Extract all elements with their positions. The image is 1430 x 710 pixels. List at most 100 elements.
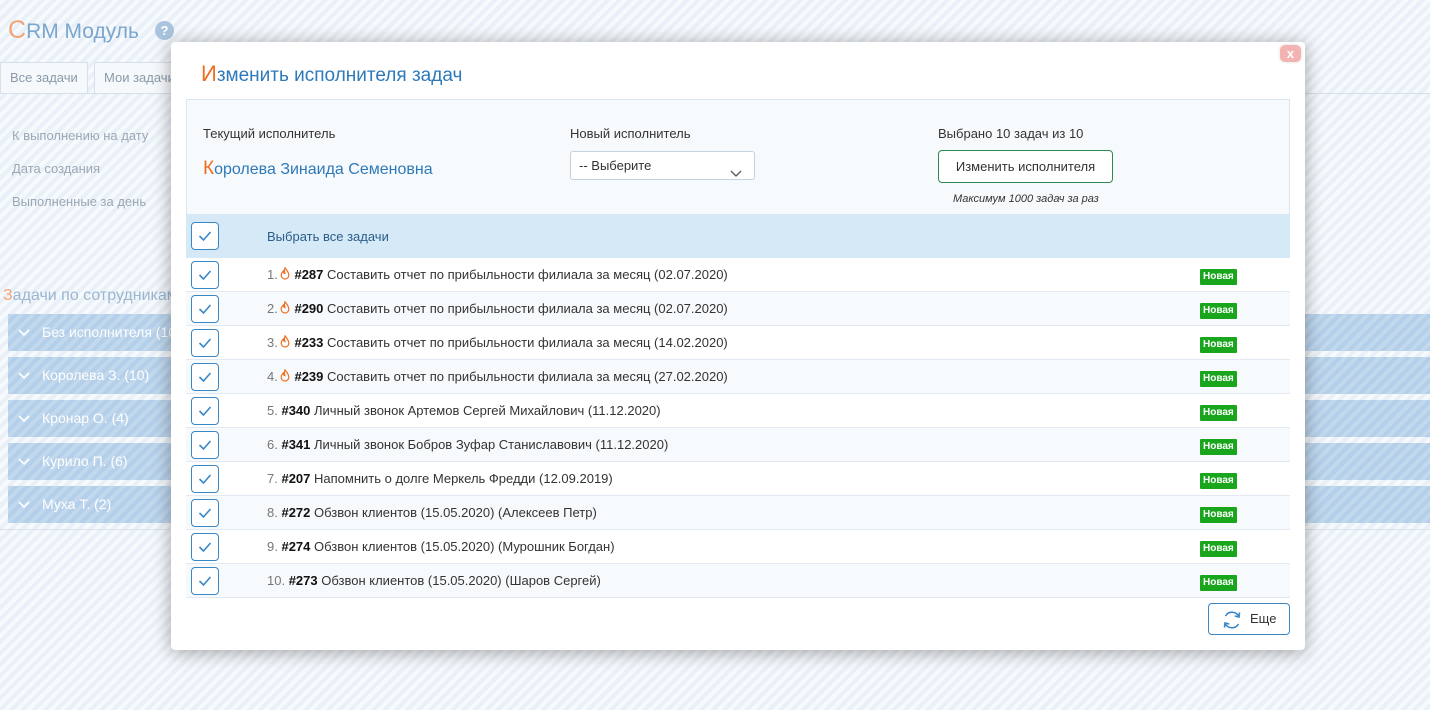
section-title-rest: адачи по сотрудникам <box>12 287 178 304</box>
modal-title-first-letter: И <box>201 61 217 86</box>
check-icon <box>198 231 212 242</box>
task-text: Составить отчет по прибыльности филиала … <box>327 301 728 316</box>
new-assignee-label: Новый исполнитель <box>570 126 691 141</box>
task-title[interactable]: 8. #272 Обзвон клиентов (15.05.2020) (Ал… <box>267 505 597 520</box>
tab-my-tasks[interactable]: Мои задачи <box>94 62 174 94</box>
task-row: 1. #287 Составить отчет по прибыльности … <box>186 258 1290 292</box>
task-row: 3. #233 Составить отчет по прибыльности … <box>186 326 1290 360</box>
task-id: #274 <box>281 539 311 554</box>
tab-all-tasks[interactable]: Все задачи <box>0 62 88 94</box>
help-icon[interactable]: ? <box>155 21 174 40</box>
task-number: 9. <box>267 539 278 554</box>
task-text: Обзвон клиентов (15.05.2020) (Шаров Серг… <box>321 573 601 588</box>
task-title[interactable]: 6. #341 Личный звонок Бобров Зуфар Стани… <box>267 437 668 452</box>
task-title[interactable]: 9. #274 Обзвон клиентов (15.05.2020) (Му… <box>267 539 615 554</box>
close-icon[interactable]: x <box>1280 45 1301 62</box>
task-number: 3. <box>267 335 278 350</box>
task-id: #233 <box>294 335 324 350</box>
status-badge: Новая <box>1200 439 1237 455</box>
new-assignee-select[interactable]: -- Выберите <box>570 151 755 180</box>
task-title[interactable]: 10. #273 Обзвон клиентов (15.05.2020) (Ш… <box>267 573 601 588</box>
fire-icon <box>280 266 290 283</box>
task-title[interactable]: 1. #287 Составить отчет по прибыльности … <box>267 266 728 283</box>
app-title-rest: RM Модуль <box>26 20 139 43</box>
assignee-panel: Текущий исполнитель Королева Зинаида Сем… <box>186 99 1290 214</box>
filter-created-date[interactable]: Дата создания <box>12 161 100 176</box>
status-badge: Новая <box>1200 473 1237 489</box>
group-label: Муха Т. (2) <box>42 496 112 512</box>
task-row: 4. #239 Составить отчет по прибыльности … <box>186 360 1290 394</box>
task-title[interactable]: 5. #340 Личный звонок Артемов Сергей Мих… <box>267 403 661 418</box>
task-checkbox[interactable] <box>191 465 219 493</box>
task-checkbox[interactable] <box>191 499 219 527</box>
task-number: 1. <box>267 267 278 282</box>
task-row: 6. #341 Личный звонок Бобров Зуфар Стани… <box>186 428 1290 462</box>
selected-count: Выбрано 10 задач из 10 <box>938 126 1084 141</box>
task-id: #272 <box>281 505 311 520</box>
task-text: Личный звонок Бобров Зуфар Станиславович… <box>314 437 669 452</box>
task-checkbox[interactable] <box>191 363 219 391</box>
chevron-down-icon <box>18 486 36 523</box>
status-badge: Новая <box>1200 541 1237 557</box>
status-badge: Новая <box>1200 405 1237 421</box>
task-id: #341 <box>281 437 311 452</box>
task-title[interactable]: 3. #233 Составить отчет по прибыльности … <box>267 334 728 351</box>
select-all-row: Выбрать все задачи <box>186 214 1290 258</box>
filter-due-date[interactable]: К выполнению на дату <box>12 128 148 143</box>
task-list: Выбрать все задачи 1. #287 Составить отч… <box>186 214 1290 598</box>
task-row: 9. #274 Обзвон клиентов (15.05.2020) (Му… <box>186 530 1290 564</box>
task-checkbox[interactable] <box>191 261 219 289</box>
new-assignee-value: -- Выберите <box>579 158 652 173</box>
task-checkbox[interactable] <box>191 567 219 595</box>
task-checkbox[interactable] <box>191 431 219 459</box>
status-badge: Новая <box>1200 507 1237 523</box>
task-row: 8. #272 Обзвон клиентов (15.05.2020) (Ал… <box>186 496 1290 530</box>
chevron-down-icon <box>18 443 36 480</box>
select-all-checkbox[interactable] <box>191 222 219 250</box>
task-text: Личный звонок Артемов Сергей Михайлович … <box>314 403 661 418</box>
chevron-down-icon <box>730 160 742 187</box>
task-id: #340 <box>281 403 311 418</box>
task-text: Напомнить о долге Меркель Фредди (12.09.… <box>314 471 613 486</box>
group-label: Королева З. (10) <box>42 367 150 383</box>
status-badge: Новая <box>1200 371 1237 387</box>
task-checkbox[interactable] <box>191 397 219 425</box>
task-text: Составить отчет по прибыльности филиала … <box>327 335 728 350</box>
task-checkbox[interactable] <box>191 329 219 357</box>
task-title[interactable]: 4. #239 Составить отчет по прибыльности … <box>267 368 728 385</box>
task-text: Обзвон клиентов (15.05.2020) (Алексеев П… <box>314 505 597 520</box>
group-label: Кронар О. (4) <box>42 410 129 426</box>
change-assignee-button[interactable]: Изменить исполнителя <box>938 150 1113 183</box>
fire-icon <box>280 334 290 351</box>
select-all-label[interactable]: Выбрать все задачи <box>267 229 389 244</box>
task-row: 10. #273 Обзвон клиентов (15.05.2020) (Ш… <box>186 564 1290 598</box>
task-number: 2. <box>267 301 278 316</box>
task-title[interactable]: 2. #290 Составить отчет по прибыльности … <box>267 300 728 317</box>
app-title: CRM Модуль <box>8 16 139 45</box>
task-checkbox[interactable] <box>191 295 219 323</box>
modal-title-rest: зменить исполнителя задач <box>216 65 463 86</box>
max-tasks-hint: Максимум 1000 задач за раз <box>953 193 1099 205</box>
status-badge: Новая <box>1200 575 1237 591</box>
task-text: Составить отчет по прибыльности филиала … <box>327 267 728 282</box>
section-title: Задачи по сотрудникам <box>3 287 178 305</box>
fire-icon <box>280 368 290 385</box>
task-text: Обзвон клиентов (15.05.2020) (Мурошник Б… <box>314 539 615 554</box>
section-title-first-letter: З <box>3 287 13 304</box>
filter-completed-day[interactable]: Выполненные за день <box>12 194 146 209</box>
task-number: 7. <box>267 471 278 486</box>
refresh-icon <box>1223 611 1241 629</box>
task-id: #239 <box>294 369 324 384</box>
task-checkbox[interactable] <box>191 533 219 561</box>
current-assignee-rest: оролева Зинаида Семеновна <box>214 161 433 178</box>
task-number: 5. <box>267 403 278 418</box>
status-badge: Новая <box>1200 337 1237 353</box>
task-row: 7. #207 Напомнить о долге Меркель Фредди… <box>186 462 1290 496</box>
chevron-down-icon <box>18 357 36 394</box>
group-label: Без исполнителя (10) <box>42 324 181 340</box>
task-title[interactable]: 7. #207 Напомнить о долге Меркель Фредди… <box>267 471 613 486</box>
load-more-label: Еще <box>1250 611 1277 626</box>
task-row: 2. #290 Составить отчет по прибыльности … <box>186 292 1290 326</box>
load-more-button[interactable]: Еще <box>1208 603 1290 635</box>
modal-title: Изменить исполнителя задач <box>201 61 462 87</box>
